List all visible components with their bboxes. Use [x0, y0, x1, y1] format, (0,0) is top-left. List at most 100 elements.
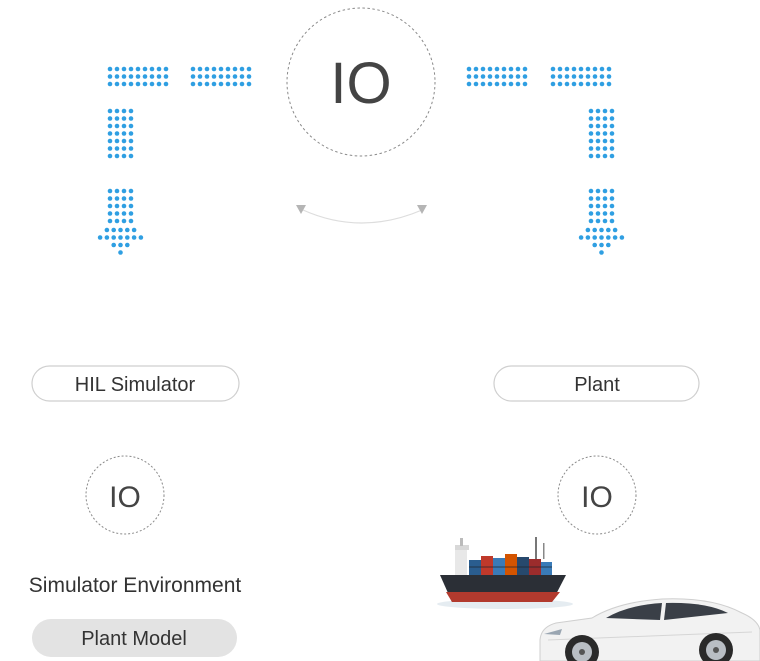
flow-dot: [602, 131, 608, 136]
diagram-canvas: IO HIL Simulator Plant IO IO Simulator E…: [29, 7, 760, 661]
flow-dot: [218, 74, 224, 79]
flow-dot: [557, 74, 563, 79]
flow-dot: [107, 66, 113, 72]
flow-dot: [125, 227, 130, 233]
flow-dot: [128, 123, 134, 129]
flow-dot: [121, 211, 127, 216]
flow-dot: [121, 138, 127, 144]
flow-dot: [606, 66, 612, 72]
flow-dot: [501, 81, 507, 87]
flow-dot: [612, 227, 618, 233]
flow-dot: [121, 203, 127, 209]
flow-dot: [515, 81, 521, 87]
flow-dot: [494, 66, 500, 72]
plant-box: Plant: [493, 365, 700, 402]
flow-dot: [246, 66, 252, 72]
flow-dot: [606, 74, 612, 79]
flow-dot: [609, 146, 615, 151]
flow-dot: [246, 74, 252, 79]
top-io-label: IO: [330, 51, 391, 116]
flow-dot: [114, 66, 120, 72]
flow-dot: [599, 66, 605, 72]
flow-dot: [121, 131, 127, 136]
flow-dot: [107, 146, 113, 151]
flow-dot: [592, 81, 598, 87]
flow-dot: [571, 74, 577, 79]
flow-dot: [588, 188, 594, 194]
flow-dot: [107, 218, 113, 224]
flow-dot: [156, 66, 162, 72]
flow-dot: [515, 66, 521, 72]
flow-dot: [211, 66, 217, 72]
flow-dot: [473, 74, 479, 79]
flow-dot: [466, 81, 472, 87]
flow-dot: [118, 227, 123, 233]
flow-dot: [595, 218, 601, 224]
flow-dot: [550, 66, 556, 72]
flow-dot: [606, 81, 612, 87]
flow-dot: [501, 66, 507, 72]
flow-dot: [239, 81, 245, 87]
flow-dot: [142, 66, 148, 72]
flow-dot: [508, 66, 514, 72]
flow-dot: [128, 116, 134, 121]
flow-dot: [609, 203, 615, 209]
flow-dot: [599, 242, 604, 248]
flow-dot: [142, 74, 148, 79]
flow-dot: [149, 81, 155, 87]
exchange-arc: [296, 205, 427, 224]
flow-dot: [118, 250, 123, 255]
top-io-node: IO: [286, 7, 436, 157]
flow-dot: [121, 66, 127, 72]
flow-dot: [602, 116, 608, 121]
flow-dot: [564, 81, 570, 87]
flow-dot: [121, 146, 127, 151]
flow-dot: [592, 74, 598, 79]
flow-dot: [128, 138, 134, 144]
flow-dot: [595, 211, 601, 216]
flow-dot: [609, 218, 615, 224]
flow-dot: [114, 123, 120, 129]
flow-dot: [609, 116, 615, 121]
flow-dot: [602, 153, 608, 159]
flow-dot: [595, 138, 601, 144]
flow-dot: [114, 74, 120, 79]
flow-dot: [466, 74, 472, 79]
flow-dot: [606, 242, 611, 248]
flow-dot: [107, 188, 113, 194]
flow-dot: [204, 74, 210, 79]
flow-dot: [107, 196, 113, 201]
flow-dot: [121, 218, 127, 224]
hil-diagram: IO HIL Simulator Plant IO IO Simulator E…: [0, 0, 760, 661]
flow-dot: [128, 211, 134, 216]
flow-dot: [114, 211, 120, 216]
flow-dot: [118, 242, 123, 248]
flow-dot: [588, 146, 594, 151]
flow-dot: [599, 250, 604, 255]
flow-dot: [128, 74, 134, 79]
flow-dot: [204, 66, 210, 72]
flow-dot: [107, 153, 113, 159]
flow-dot: [128, 188, 134, 194]
flow-dot: [473, 81, 479, 87]
plant-model-label: Plant Model: [81, 628, 187, 650]
flow-dot: [522, 74, 528, 79]
hil-simulator-label: HIL Simulator: [75, 374, 196, 396]
flow-dot: [131, 235, 137, 240]
flow-dot: [602, 188, 608, 194]
flow-dot: [128, 203, 134, 209]
flow-dot: [114, 196, 120, 201]
flow-dot: [111, 235, 116, 240]
exchange-arc-line: [302, 209, 423, 224]
ship-image: [437, 537, 573, 609]
flow-dot: [163, 66, 169, 72]
flow-dot: [609, 138, 615, 144]
flow-dot: [494, 81, 500, 87]
flow-dot: [107, 116, 113, 121]
flow-dot: [107, 211, 113, 216]
flow-dot: [599, 74, 605, 79]
flow-dot: [114, 153, 120, 159]
flow-dot: [588, 153, 594, 159]
flow-dot: [508, 74, 514, 79]
flow-dot: [578, 235, 584, 240]
